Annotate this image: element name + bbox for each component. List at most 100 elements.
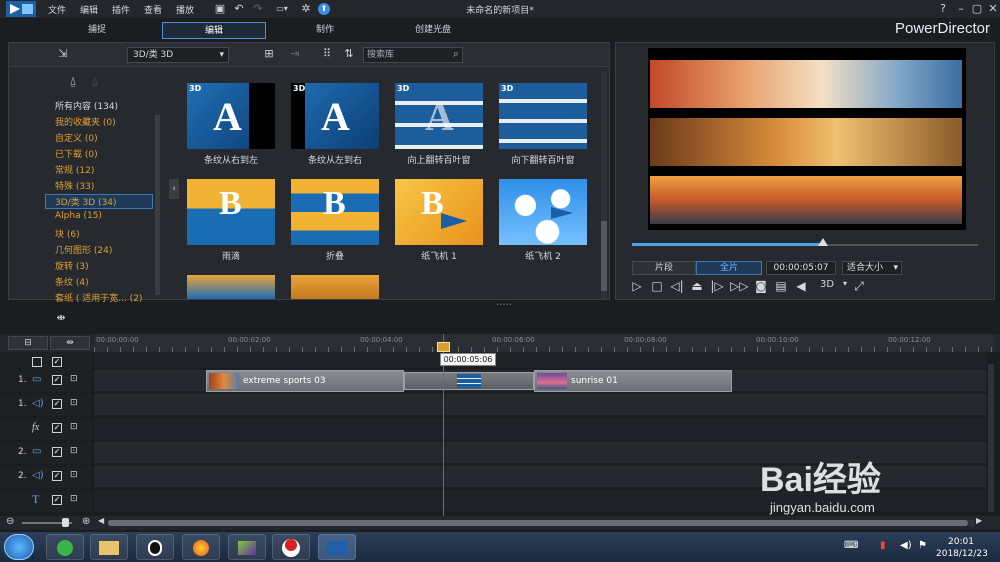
tab-capture[interactable]: 捕捉 xyxy=(62,22,132,39)
transition-tile[interactable]: B 雨滴 xyxy=(187,179,275,262)
start-button[interactable] xyxy=(4,534,34,560)
fit-dropdown[interactable]: 适合大小 ▾ xyxy=(842,261,902,275)
video-clip[interactable]: sunrise 01 xyxy=(534,370,732,392)
fast-forward-icon[interactable]: ▷▷ xyxy=(730,279,748,293)
aspect-ratio-icon[interactable]: ▭▾ xyxy=(272,3,292,15)
scroll-right-icon[interactable]: ▶ xyxy=(976,516,982,525)
category-dropdown[interactable]: 3D/类 3D ▾ xyxy=(127,47,229,63)
taskbar-app-recorder[interactable] xyxy=(272,534,310,560)
stop-icon[interactable]: □ xyxy=(650,279,664,293)
fx-track[interactable] xyxy=(94,418,986,440)
undock-icon[interactable]: ⤢ xyxy=(852,279,866,294)
snapshot-icon[interactable]: ◙ xyxy=(754,279,768,293)
seek-handle[interactable] xyxy=(818,238,828,246)
playhead-handle[interactable] xyxy=(437,342,450,352)
zoom-in-icon[interactable]: ⊕ xyxy=(82,516,90,527)
taskbar-app-powerdirector[interactable] xyxy=(318,534,356,560)
menu-playback[interactable]: 播放 xyxy=(176,3,194,16)
clock[interactable]: 20:01 2018/12/23 xyxy=(936,536,988,560)
tab-edit[interactable]: 编辑 xyxy=(162,22,266,39)
collapse-panel-icon[interactable]: ‹ xyxy=(169,179,179,199)
clip-mode-button[interactable]: 片段 xyxy=(632,261,696,275)
lock-icon[interactable]: ⊡ xyxy=(70,374,78,384)
subtitle-icon[interactable]: ▤ xyxy=(774,279,788,293)
scroll-left-icon[interactable]: ◀ xyxy=(98,516,104,525)
movie-mode-button[interactable]: 全片 xyxy=(696,261,762,275)
transition-tile[interactable] xyxy=(291,275,379,299)
tab-produce[interactable]: 制作 xyxy=(290,22,360,39)
chevron-down-icon[interactable]: ▾ xyxy=(838,279,852,288)
video-track-2[interactable] xyxy=(94,442,986,464)
next-frame-icon[interactable]: |▷ xyxy=(710,279,724,293)
close-button[interactable]: ✕ xyxy=(986,2,1000,15)
mode-3d-button[interactable]: 3D xyxy=(816,279,838,290)
minimize-button[interactable]: – xyxy=(954,2,968,15)
category-item[interactable]: 常规 (12) xyxy=(55,163,94,176)
timeline-ruler[interactable]: 00:00:00:00 00:00:02:00 00:00:04:00 00:0… xyxy=(94,334,994,352)
track-manager-button[interactable]: ⇹ xyxy=(50,336,90,350)
category-item[interactable]: 几何图形 (24) xyxy=(55,243,112,256)
audio-track-2[interactable] xyxy=(94,466,986,488)
gear-icon[interactable]: ✲ xyxy=(300,3,312,15)
category-item[interactable]: 自定义 (0) xyxy=(55,131,98,144)
zoom-slider-handle[interactable] xyxy=(62,518,69,527)
category-item[interactable]: 特殊 (33) xyxy=(55,179,94,192)
fit-timeline-icon[interactable]: ⇼ xyxy=(54,312,68,324)
search-input[interactable]: 搜索库 ⌕ xyxy=(363,47,463,63)
transition-tile[interactable]: 纸飞机 2 xyxy=(499,179,587,262)
help-icon[interactable]: ? xyxy=(936,2,950,15)
track-enable-checkbox[interactable]: ✓ xyxy=(52,495,62,505)
network-icon[interactable]: ▮ xyxy=(880,540,886,551)
taskbar-app-qq[interactable] xyxy=(136,534,174,560)
lock-icon[interactable]: ⊡ xyxy=(70,446,78,456)
video-track-1[interactable]: extreme sports 03 sunrise 01 xyxy=(94,370,986,392)
redo-icon[interactable]: ↷ xyxy=(252,3,264,15)
taskbar-app-browser[interactable] xyxy=(46,534,84,560)
previous-frame-icon[interactable]: ◁| xyxy=(670,279,684,293)
category-item[interactable]: 旋转 (3) xyxy=(55,259,89,272)
lock-icon[interactable]: ⊡ xyxy=(70,422,78,432)
enable-all-checkbox[interactable]: ✓ xyxy=(52,357,62,367)
undo-icon[interactable]: ↶ xyxy=(233,3,245,15)
play-icon[interactable]: ▷ xyxy=(630,279,644,293)
category-item[interactable]: Alpha (15) xyxy=(55,211,102,221)
import-icon[interactable]: ⇲ xyxy=(57,48,69,60)
title-track[interactable] xyxy=(94,490,986,512)
horizontal-scrollbar[interactable] xyxy=(108,520,974,526)
menu-file[interactable]: 文件 xyxy=(48,3,66,16)
grid-view-icon[interactable]: ⠿ xyxy=(321,48,333,60)
tab-create-disc[interactable]: 创建光盘 xyxy=(392,22,474,39)
transition-tile[interactable] xyxy=(187,275,275,299)
taskbar-app-firefox[interactable] xyxy=(182,534,220,560)
category-item[interactable]: 我的收藏夹 (0) xyxy=(55,115,116,128)
track-enable-checkbox[interactable]: ✓ xyxy=(52,399,62,409)
search-icon[interactable]: ⌕ xyxy=(453,47,459,61)
tracks-scrollbar[interactable] xyxy=(988,364,994,512)
keyboard-icon[interactable]: ⌨ xyxy=(844,540,858,551)
zoom-out-icon[interactable]: ⊖ xyxy=(6,516,14,527)
category-scrollbar[interactable] xyxy=(155,115,160,295)
library-scrollbar-thumb[interactable] xyxy=(601,221,607,291)
category-item[interactable]: 所有内容 (134) xyxy=(55,99,118,112)
timecode-display[interactable]: 00:00:05:07 xyxy=(766,261,836,275)
track-enable-checkbox[interactable]: ✓ xyxy=(52,423,62,433)
menu-plugins[interactable]: 插件 xyxy=(112,3,130,16)
flag-icon[interactable]: ⚑ xyxy=(918,540,927,551)
maximize-button[interactable]: ▢ xyxy=(970,2,984,15)
volume-icon[interactable]: ◀ xyxy=(794,279,808,293)
category-item[interactable]: 条纹 (4) xyxy=(55,275,89,288)
track-enable-checkbox[interactable]: ✓ xyxy=(52,471,62,481)
account-icon[interactable]: ⬆ xyxy=(318,3,330,15)
select-all-checkbox[interactable] xyxy=(32,357,42,367)
track-enable-checkbox[interactable]: ✓ xyxy=(52,447,62,457)
category-item[interactable]: 已下载 (0) xyxy=(55,147,98,160)
menu-view[interactable]: 查看 xyxy=(144,3,162,16)
horizontal-scrollbar-thumb[interactable] xyxy=(108,520,968,526)
audio-track-1[interactable] xyxy=(94,394,986,416)
save-icon[interactable]: ▣ xyxy=(214,3,226,15)
lock-icon[interactable]: ⊡ xyxy=(70,470,78,480)
add-to-timeline-icon[interactable]: ⊞ xyxy=(263,48,275,60)
library-scrollbar[interactable] xyxy=(601,71,607,299)
transition-tile[interactable]: A 3D 条纹从左到右 xyxy=(291,83,379,166)
lock-icon[interactable]: ⊡ xyxy=(70,398,78,408)
